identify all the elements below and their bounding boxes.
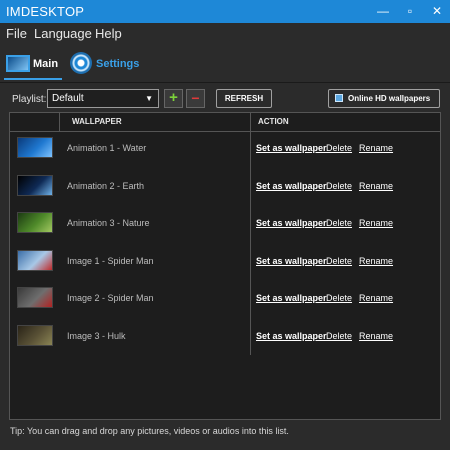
delete-link[interactable]: Delete — [326, 256, 352, 266]
wallpaper-name: Animation 3 - Nature — [67, 218, 150, 228]
table-row[interactable]: Animation 2 - Earth Set as wallpaper Delet… — [10, 171, 440, 209]
wallpaper-name: Animation 2 - Earth — [67, 180, 145, 191]
table-row[interactable]: Image 1 - Spider Man Set as wallpaper Dele… — [10, 246, 440, 284]
title-bar: IMDESKTOP — ▫ ✕ — [0, 0, 450, 23]
menu-language[interactable]: Language — [34, 26, 92, 41]
table-row[interactable]: Image 2 - Spider Man Set as wallpaper Dele… — [10, 283, 440, 321]
playlist-dropdown[interactable]: Default ▼ — [47, 89, 159, 108]
wallpaper-list[interactable]: WALLPAPER ACTION Animation 1 - Water Set … — [9, 112, 441, 420]
wallpaper-name: Image 2 - Spider Man — [67, 293, 154, 303]
rename-link[interactable]: Rename — [359, 293, 393, 303]
set-as-wallpaper-link[interactable]: Set as wallpaper — [256, 218, 327, 228]
toolbar: Playlist: Default ▼ + − REFRESH Online H… — [0, 84, 450, 112]
wallpaper-thumbnail — [17, 249, 53, 271]
chevron-down-icon: ▼ — [145, 94, 153, 103]
rename-link[interactable]: Rename — [359, 181, 393, 191]
set-as-wallpaper-link[interactable]: Set as wallpaper — [256, 331, 327, 341]
menu-help[interactable]: Help — [95, 26, 122, 41]
add-playlist-button[interactable]: + — [164, 89, 183, 108]
wallpaper-thumbnail — [17, 324, 53, 346]
set-as-wallpaper-link[interactable]: Set as wallpaper — [256, 143, 327, 153]
header-action: ACTION — [258, 117, 289, 126]
table-row[interactable]: Image 3 - Hulk Set as wallpaper Delete Rena… — [10, 321, 440, 359]
delete-link[interactable]: Delete — [326, 293, 352, 303]
playlist-value: Default — [52, 93, 84, 104]
table-row[interactable]: Animation 3 - Nature Set as wallpaper Dele… — [10, 208, 440, 246]
wallpaper-thumbnail — [17, 174, 53, 196]
set-as-wallpaper-link[interactable]: Set as wallpaper — [256, 293, 327, 303]
close-button[interactable]: ✕ — [424, 0, 450, 23]
refresh-button[interactable]: REFRESH — [216, 89, 272, 108]
delete-link[interactable]: Delete — [326, 218, 352, 228]
minimize-button[interactable]: — — [370, 0, 396, 23]
rename-link[interactable]: Rename — [359, 143, 393, 153]
header-wallpaper: WALLPAPER — [72, 117, 122, 126]
list-header: WALLPAPER ACTION — [10, 113, 440, 132]
picture-icon — [335, 94, 343, 102]
gear-icon — [70, 52, 92, 74]
column-divider — [59, 113, 60, 132]
menu-bar: File Language Help — [0, 23, 450, 45]
tab-main-label: Main — [33, 58, 59, 70]
remove-playlist-button[interactable]: − — [186, 89, 205, 108]
table-row[interactable]: Animation 1 - Water Set as wallpaper Delet… — [10, 133, 440, 171]
wallpaper-name: Animation 1 - Water — [67, 143, 147, 153]
delete-link[interactable]: Delete — [326, 331, 352, 341]
menu-file[interactable]: File — [6, 26, 27, 41]
monitor-icon — [6, 55, 30, 72]
rename-link[interactable]: Rename — [359, 256, 393, 266]
wallpaper-name: Image 1 - Spider Man — [67, 255, 154, 266]
online-hd-wallpapers-button[interactable]: Online HD wallpapers — [328, 89, 440, 108]
window-title: IMDESKTOP — [6, 4, 85, 19]
online-hd-wallpapers-label: Online HD wallpapers — [348, 94, 431, 103]
tab-bar: Main Settings — [0, 45, 450, 83]
maximize-button[interactable]: ▫ — [397, 0, 423, 23]
tip-text: Tip: You can drag and drop any pictures,… — [10, 426, 289, 436]
wallpaper-thumbnail — [17, 137, 53, 158]
rename-link[interactable]: Rename — [359, 331, 393, 341]
set-as-wallpaper-link[interactable]: Set as wallpaper — [256, 181, 327, 191]
tab-settings-label: Settings — [96, 58, 140, 70]
active-tab-indicator — [4, 78, 62, 80]
wallpaper-name: Image 3 - Hulk — [67, 330, 126, 341]
delete-link[interactable]: Delete — [326, 143, 352, 153]
wallpaper-thumbnail — [17, 212, 53, 233]
set-as-wallpaper-link[interactable]: Set as wallpaper — [256, 256, 327, 266]
playlist-label: Playlist: — [12, 94, 47, 105]
wallpaper-thumbnail — [17, 287, 53, 308]
rename-link[interactable]: Rename — [359, 218, 393, 228]
delete-link[interactable]: Delete — [326, 181, 352, 191]
